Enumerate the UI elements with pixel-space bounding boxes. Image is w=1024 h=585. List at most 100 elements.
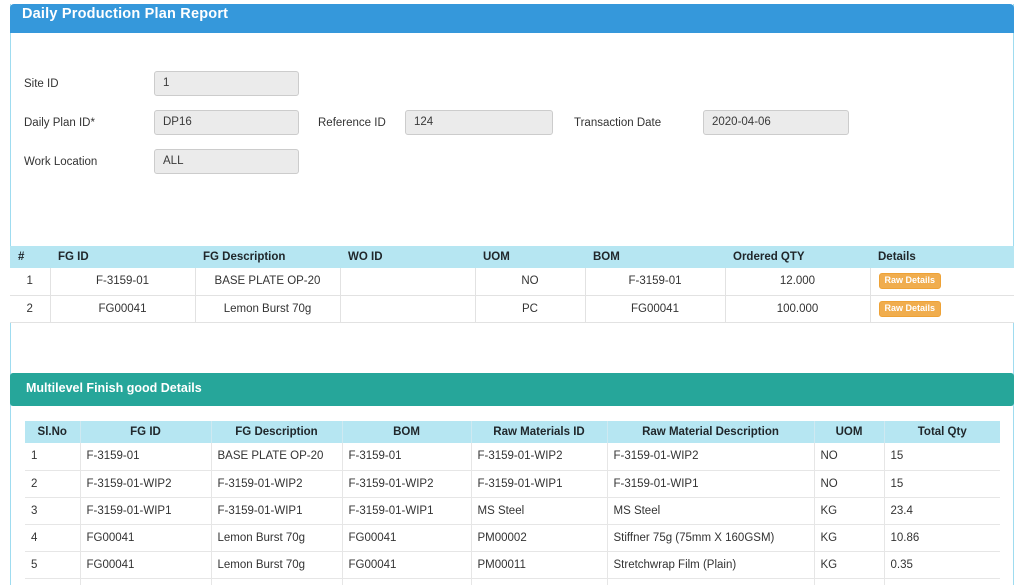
cell-fg-desc: BASE PLATE OP-20 [195, 268, 340, 295]
cell-total-qty: 0.35 [884, 551, 1000, 578]
cell-rm-desc: Stretchwrap Film (Plain) [607, 551, 814, 578]
multilevel-section-title: Multilevel Finish good Details [26, 381, 202, 395]
cell-rm-desc: F-3159-01-WIP2 [607, 443, 814, 470]
cell-uom: NO [475, 268, 585, 295]
col-wo-id: WO ID [340, 246, 475, 268]
col-uom: UOM [475, 246, 585, 268]
table-row[interactable]: 5 FG00041 Lemon Burst 70g FG00041 PM0001… [25, 551, 1000, 578]
cell-bom: F-3159-01 [342, 443, 471, 470]
col-sl-no: Sl.No [25, 421, 80, 443]
cell-fg-desc: Lemon Burst 70g [211, 524, 342, 551]
cell-uom: PC [475, 295, 585, 322]
cell-bom: F-3159-01 [585, 268, 725, 295]
cell-uom: KG [814, 578, 884, 585]
cell-sl-no: 4 [25, 524, 80, 551]
multilevel-details-body: 1 F-3159-01 BASE PLATE OP-20 F-3159-01 F… [25, 443, 1000, 585]
cell-ordered-qty: 12.000 [725, 268, 870, 295]
cell-bom: FG00041 [342, 578, 471, 585]
cell-fg-desc: Lemon Burst 70g [211, 551, 342, 578]
cell-uom: NO [814, 443, 884, 470]
cell-fg-desc: Lemon Burst 70g [211, 578, 342, 585]
raw-details-button[interactable]: Raw Details [879, 301, 942, 317]
cell-rm-desc: Stiffner 75g (75mm X 160GSM) [607, 524, 814, 551]
col-ordered-qty: Ordered QTY [725, 246, 870, 268]
col-fg-id: FG ID [50, 246, 195, 268]
cell-fg-id: FG00041 [80, 551, 211, 578]
table-row[interactable]: 4 FG00041 Lemon Burst 70g FG00041 PM0000… [25, 524, 1000, 551]
input-daily-plan-id[interactable]: DP16 [154, 110, 299, 135]
finish-goods-table: # FG ID FG Description WO ID UOM BOM Ord… [10, 246, 1014, 323]
cell-rm-id: F-3159-01-WIP2 [471, 443, 607, 470]
label-work-location: Work Location [24, 156, 97, 168]
cell-details: Raw Details [870, 295, 1014, 322]
col-uom: UOM [814, 421, 884, 443]
cell-fg-id: F-3159-01-WIP1 [80, 497, 211, 524]
cell-uom: KG [814, 497, 884, 524]
cell-sl-no: 1 [25, 443, 80, 470]
table-row[interactable]: 2 F-3159-01-WIP2 F-3159-01-WIP2 F-3159-0… [25, 470, 1000, 497]
cell-uom: KG [814, 551, 884, 578]
input-reference-id[interactable]: 124 [405, 110, 553, 135]
col-details: Details [870, 246, 1014, 268]
cell-bom: F-3159-01-WIP1 [342, 497, 471, 524]
table-row[interactable]: 2 FG00041 Lemon Burst 70g PC FG00041 100… [10, 295, 1014, 322]
cell-uom: NO [814, 470, 884, 497]
cell-ordered-qty: 100.000 [725, 295, 870, 322]
table-header-row: # FG ID FG Description WO ID UOM BOM Ord… [10, 246, 1014, 268]
page-title: Daily Production Plan Report [22, 6, 228, 22]
cell-uom: KG [814, 524, 884, 551]
cell-total-qty: 1.81 [884, 578, 1000, 585]
label-site-id: Site ID [24, 78, 59, 90]
cell-rm-desc: BOPP Plain 205MM [607, 578, 814, 585]
cell-bom: FG00041 [585, 295, 725, 322]
cell-fg-id: F-3159-01-WIP2 [80, 470, 211, 497]
cell-sl-no: 3 [25, 497, 80, 524]
cell-rm-id: PM00043 [471, 578, 607, 585]
input-transaction-date[interactable]: 2020-04-06 [703, 110, 849, 135]
cell-fg-id: FG00041 [50, 295, 195, 322]
table-row[interactable]: 1 F-3159-01 BASE PLATE OP-20 NO F-3159-0… [10, 268, 1014, 295]
label-transaction-date: Transaction Date [574, 117, 661, 129]
cell-rm-id: PM00002 [471, 524, 607, 551]
cell-fg-desc: F-3159-01-WIP2 [211, 470, 342, 497]
cell-rm-desc: F-3159-01-WIP1 [607, 470, 814, 497]
cell-sl-no: 5 [25, 551, 80, 578]
cell-fg-id: F-3159-01 [50, 268, 195, 295]
cell-total-qty: 15 [884, 443, 1000, 470]
table-row[interactable]: 3 F-3159-01-WIP1 F-3159-01-WIP1 F-3159-0… [25, 497, 1000, 524]
cell-rm-desc: MS Steel [607, 497, 814, 524]
col-fg-desc: FG Description [195, 246, 340, 268]
col-total-qty: Total Qty [884, 421, 1000, 443]
table-header-row: Sl.No FG ID FG Description BOM Raw Mater… [25, 421, 1000, 443]
report-page: Daily Production Plan Report Site ID 1 D… [0, 0, 1024, 585]
cell-total-qty: 15 [884, 470, 1000, 497]
multilevel-details-table: Sl.No FG ID FG Description BOM Raw Mater… [25, 421, 1000, 585]
input-site-id[interactable]: 1 [154, 71, 299, 96]
cell-sl-no: 2 [25, 470, 80, 497]
label-reference-id: Reference ID [318, 117, 386, 129]
filter-form: Site ID 1 Daily Plan ID* DP16 Reference … [0, 33, 1004, 233]
raw-details-button[interactable]: Raw Details [879, 273, 942, 289]
cell-sl-no: 1 [10, 268, 50, 295]
cell-fg-desc: Lemon Burst 70g [195, 295, 340, 322]
cell-fg-id: FG00041 [80, 578, 211, 585]
cell-sl-no: 2 [10, 295, 50, 322]
cell-bom: FG00041 [342, 524, 471, 551]
cell-total-qty: 10.86 [884, 524, 1000, 551]
table-row[interactable]: 1 F-3159-01 BASE PLATE OP-20 F-3159-01 F… [25, 443, 1000, 470]
col-fg-desc: FG Description [211, 421, 342, 443]
cell-total-qty: 23.4 [884, 497, 1000, 524]
col-raw-materials-id: Raw Materials ID [471, 421, 607, 443]
col-bom: BOM [585, 246, 725, 268]
cell-details: Raw Details [870, 268, 1014, 295]
col-bom: BOM [342, 421, 471, 443]
cell-rm-id: MS Steel [471, 497, 607, 524]
cell-bom: F-3159-01-WIP2 [342, 470, 471, 497]
cell-fg-id: F-3159-01 [80, 443, 211, 470]
col-raw-material-description: Raw Material Description [607, 421, 814, 443]
cell-wo-id [340, 295, 475, 322]
cell-rm-id: PM00011 [471, 551, 607, 578]
table-row[interactable]: 6 FG00041 Lemon Burst 70g FG00041 PM0004… [25, 578, 1000, 585]
input-work-location[interactable]: ALL [154, 149, 299, 174]
cell-bom: FG00041 [342, 551, 471, 578]
